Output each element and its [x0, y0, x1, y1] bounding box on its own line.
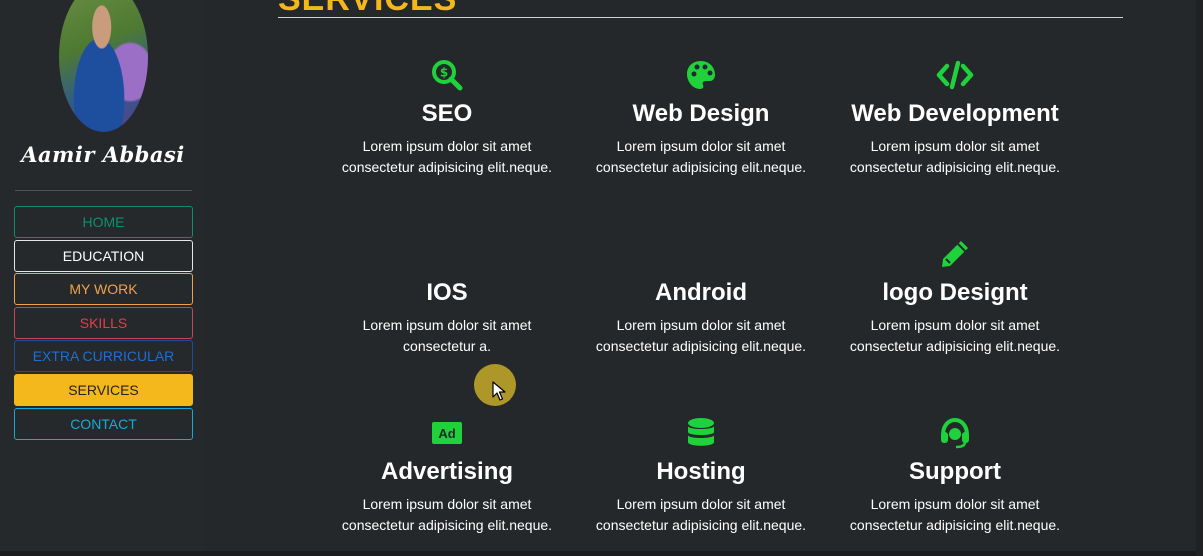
title-underline	[278, 17, 1123, 18]
nav-my-work[interactable]: MY WORK	[14, 273, 193, 306]
service-title: IOS	[426, 279, 468, 306]
profile-name: Aamir Abbasi	[21, 142, 185, 167]
service-card-ios: IOS Lorem ipsum dolor sit amet consectet…	[320, 237, 574, 357]
sidebar-divider	[15, 190, 192, 191]
nav-home[interactable]: HOME	[14, 206, 193, 238]
service-desc: Lorem ipsum dolor sit amet	[362, 138, 532, 154]
service-desc: Lorem ipsum dolor sit amet	[870, 496, 1040, 512]
service-desc: consectetur adipisicing elit.neque.	[341, 517, 553, 533]
service-card-advertising: Ad Advertising Lorem ipsum dolor sit ame…	[320, 416, 574, 536]
sidebar: Aamir Abbasi HOME EDUCATION MY WORK SKIL…	[0, 0, 206, 556]
service-desc: consectetur adipisicing elit.neque.	[341, 159, 553, 175]
service-desc: consectetur adipisicing elit.neque.	[595, 338, 807, 354]
ad-icon-text: Ad	[438, 425, 456, 441]
service-desc: consectetur adipisicing elit.neque.	[595, 517, 807, 533]
database-icon	[688, 418, 714, 446]
scrollbar-track[interactable]	[1196, 0, 1203, 556]
nav-skills[interactable]: SKILLS	[14, 306, 193, 339]
service-title: Web Development	[851, 100, 1059, 127]
palette-icon	[687, 61, 715, 89]
service-desc: Lorem ipsum dolor sit amet	[362, 496, 532, 512]
service-title: Support	[909, 458, 1001, 485]
service-card-seo: $ SEO Lorem ipsum dolor sit amet consect…	[320, 58, 574, 178]
android-icon	[574, 237, 828, 271]
service-desc: consectetur adipisicing elit.neque.	[849, 159, 1061, 175]
service-title: Android	[655, 279, 747, 306]
nav-education[interactable]: EDUCATION	[14, 239, 193, 272]
code-icon	[936, 60, 974, 90]
service-card-android: Android Lorem ipsum dolor sit amet conse…	[574, 237, 828, 357]
apple-icon	[320, 237, 574, 271]
services-section: SERVICES $ SEO Lorem ipsum dolor sit ame…	[276, 0, 1124, 556]
service-card-web-design: Web Design Lorem ipsum dolor sit amet co…	[574, 58, 828, 178]
service-desc: Lorem ipsum dolor sit amet	[616, 496, 786, 512]
service-card-hosting: Hosting Lorem ipsum dolor sit amet conse…	[574, 416, 828, 536]
nav-contact[interactable]: CONTACT	[14, 407, 193, 440]
service-title: Web Design	[632, 100, 770, 127]
service-card-support: Support Lorem ipsum dolor sit amet conse…	[828, 416, 1082, 536]
service-desc: Lorem ipsum dolor sit amet	[362, 317, 532, 333]
service-title: Hosting	[656, 458, 746, 485]
avatar	[59, 0, 148, 132]
service-desc: Lorem ipsum dolor sit amet	[616, 138, 786, 154]
service-desc: consectetur adipisicing elit.neque.	[849, 338, 1061, 354]
bottom-edge	[0, 551, 1203, 556]
service-desc: Lorem ipsum dolor sit amet	[616, 317, 786, 333]
service-desc: Lorem ipsum dolor sit amet	[870, 317, 1040, 333]
pencil-icon	[942, 241, 968, 267]
ad-icon: Ad	[432, 422, 462, 444]
search-dollar-icon: $	[432, 60, 463, 91]
service-desc: consectetur adipisicing elit.neque.	[595, 159, 807, 175]
service-card-logo-design: logo Designt Lorem ipsum dolor sit amet …	[828, 237, 1082, 357]
nav-services[interactable]: SERVICES	[14, 373, 193, 406]
service-desc: consectetur a.	[403, 338, 491, 354]
nav-extra-curricular[interactable]: EXTRA CURRICULAR	[14, 340, 193, 373]
service-title: Advertising	[380, 458, 514, 485]
service-desc: Lorem ipsum dolor sit amet	[870, 138, 1040, 154]
service-title: logo Designt	[882, 279, 1028, 306]
sidebar-nav: HOME EDUCATION MY WORK SKILLS EXTRA CURR…	[14, 206, 193, 441]
mouse-cursor-icon	[492, 381, 506, 401]
service-desc: consectetur adipisicing elit.neque.	[849, 517, 1061, 533]
service-card-web-development: Web Development Lorem ipsum dolor sit am…	[828, 58, 1082, 178]
headset-icon	[941, 417, 969, 449]
svg-text:$: $	[440, 66, 448, 80]
service-title: SEO	[421, 100, 473, 127]
